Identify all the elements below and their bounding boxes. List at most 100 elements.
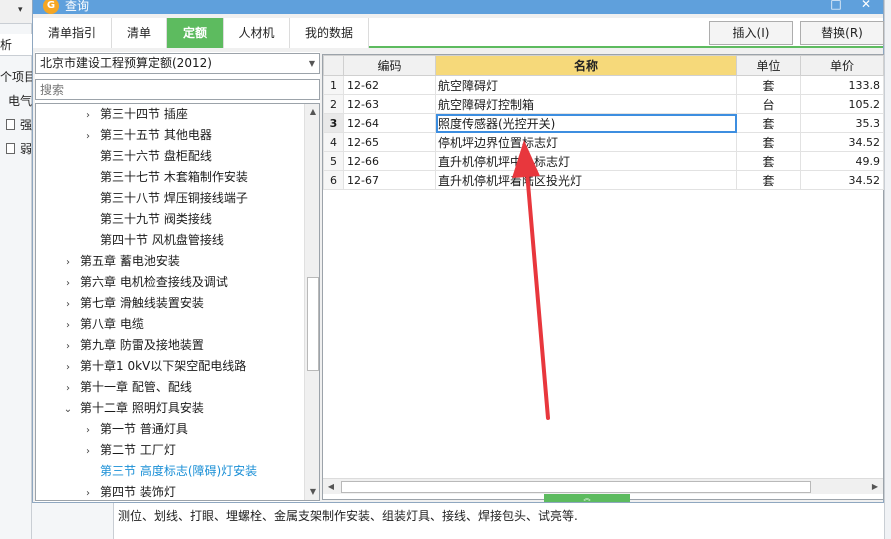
name-cell[interactable]: 直升机停机坪着陆区投光灯: [435, 170, 737, 190]
row-number-cell[interactable]: 3: [323, 113, 344, 133]
name-cell[interactable]: 停机坪边界位置标志灯: [435, 132, 737, 152]
tree-item[interactable]: › 第一节 普通灯具: [36, 419, 188, 440]
row-number-cell[interactable]: 1: [323, 75, 344, 95]
name-cell[interactable]: 照度传感器(光控开关): [435, 113, 737, 133]
column-header-row-number[interactable]: [323, 55, 344, 76]
background-tree-item[interactable]: 弱: [0, 138, 32, 160]
tree-item[interactable]: › 第十章1 0kV以下架空配电线路: [36, 356, 246, 377]
grid-scroll-thumb[interactable]: [341, 481, 811, 493]
dropdown-arrow-icon[interactable]: ▼: [309, 54, 315, 73]
background-tree-item[interactable]: 个项目: [0, 66, 32, 88]
unit-cell[interactable]: 台: [736, 94, 801, 114]
tree-search-input[interactable]: [35, 79, 320, 100]
tree-item[interactable]: › 第二节 工厂灯: [36, 440, 176, 461]
close-icon[interactable]: ✕: [858, 0, 874, 12]
table-row[interactable]: 3 12-64 照度传感器(光控开关) 套 35.3: [323, 113, 884, 133]
column-header-name[interactable]: 名称: [435, 55, 737, 76]
code-cell[interactable]: 12-67: [343, 170, 436, 190]
code-cell[interactable]: 12-65: [343, 132, 436, 152]
chevron-right-icon[interactable]: ›: [82, 105, 94, 126]
tree-item[interactable]: › 第七章 滑触线装置安装: [36, 293, 204, 314]
quota-chapter-tree[interactable]: › 第四节 装饰灯 第三节 高度标志(障碍)灯安装 › 第二节 工厂灯 › 第一节 普通灯具…: [35, 103, 320, 501]
name-cell[interactable]: 直升机停机坪中心标志灯: [435, 151, 737, 171]
price-cell[interactable]: 34.52: [800, 132, 884, 152]
scroll-left-icon[interactable]: ◀: [323, 479, 339, 495]
code-cell[interactable]: 12-66: [343, 151, 436, 171]
column-header-code[interactable]: 编码: [343, 55, 436, 76]
tree-item[interactable]: › 第四节 装饰灯: [36, 482, 176, 500]
background-tab[interactable]: 析: [0, 34, 32, 56]
chevron-right-icon[interactable]: ›: [82, 126, 94, 147]
tree-item[interactable]: 第三十八节 焊压铜接线端子: [36, 188, 248, 209]
replace-button[interactable]: 替换(R): [800, 21, 884, 45]
tree-item[interactable]: 第三十九节 阀类接线: [36, 209, 212, 230]
unit-cell[interactable]: 套: [736, 113, 801, 133]
tree-item[interactable]: › 第六章 电机检查接线及调试: [36, 272, 228, 293]
tree-item[interactable]: › 第五章 蓄电池安装: [36, 251, 180, 272]
price-cell[interactable]: 105.2: [800, 94, 884, 114]
chevron-right-icon[interactable]: ›: [62, 294, 74, 315]
scroll-right-icon[interactable]: ▶: [867, 479, 883, 495]
table-row[interactable]: 1 12-62 航空障碍灯套 133.8: [323, 75, 884, 95]
background-tree-item[interactable]: 电气: [0, 90, 32, 112]
price-cell[interactable]: 35.3: [800, 113, 884, 133]
tree-item[interactable]: 第三节 高度标志(障碍)灯安装: [36, 461, 257, 482]
chevron-right-icon[interactable]: ›: [62, 357, 74, 378]
table-row[interactable]: 6 12-67 直升机停机坪着陆区投光灯套 34.52: [323, 170, 884, 190]
maximize-icon[interactable]: □: [828, 0, 844, 12]
tree-item[interactable]: › 第三十五节 其他电器: [36, 125, 212, 146]
scroll-up-icon[interactable]: ▲: [305, 104, 319, 120]
unit-cell[interactable]: 套: [736, 132, 801, 152]
code-cell[interactable]: 12-62: [343, 75, 436, 95]
quota-library-select[interactable]: 北京市建设工程预算定额(2012) ▼: [35, 53, 320, 74]
price-cell[interactable]: 49.9: [800, 151, 884, 171]
row-number-cell[interactable]: 5: [323, 151, 344, 171]
scroll-down-icon[interactable]: ▼: [305, 484, 319, 500]
background-tree-item[interactable]: 强: [0, 114, 32, 136]
insert-button[interactable]: 插入(I): [709, 21, 793, 45]
tab-my-data[interactable]: 我的数据: [290, 18, 369, 48]
chevron-down-icon[interactable]: ⌄: [62, 399, 74, 420]
unit-cell[interactable]: 套: [736, 151, 801, 171]
chevron-right-icon[interactable]: ›: [62, 273, 74, 294]
tree-item[interactable]: ⌄ 第十二章 照明灯具安装: [36, 398, 204, 419]
price-cell[interactable]: 133.8: [800, 75, 884, 95]
tab-bill[interactable]: 清单: [112, 18, 167, 48]
chevron-right-icon[interactable]: ›: [62, 378, 74, 399]
tab-bill-guide[interactable]: 清单指引: [33, 18, 112, 48]
name-cell[interactable]: 航空障碍灯: [435, 75, 737, 95]
column-header-unit[interactable]: 单位: [736, 55, 801, 76]
panel-splitter-handle[interactable]: ︽: [544, 494, 630, 502]
row-number-cell[interactable]: 6: [323, 170, 344, 190]
tab-labor-material-machine[interactable]: 人材机: [224, 18, 290, 48]
dialog-titlebar[interactable]: G 查询 □ ✕: [33, 0, 883, 14]
tree-item[interactable]: 第三十六节 盘柜配线: [36, 146, 212, 167]
price-cell[interactable]: 34.52: [800, 170, 884, 190]
grid-horizontal-scrollbar[interactable]: ◀ ▶: [323, 478, 883, 494]
column-header-price[interactable]: 单价: [800, 55, 884, 76]
tree-item[interactable]: › 第三十四节 插座: [36, 104, 188, 125]
tree-scroll-thumb[interactable]: [307, 277, 319, 371]
row-number-cell[interactable]: 4: [323, 132, 344, 152]
chevron-right-icon[interactable]: ›: [62, 315, 74, 336]
chevron-right-icon[interactable]: ›: [82, 420, 94, 441]
unit-cell[interactable]: 套: [736, 170, 801, 190]
tree-item[interactable]: › 第八章 电缆: [36, 314, 144, 335]
name-cell[interactable]: 航空障碍灯控制箱: [435, 94, 737, 114]
chevron-right-icon[interactable]: ›: [82, 483, 94, 500]
tab-quota[interactable]: 定额: [167, 18, 224, 48]
tree-item[interactable]: › 第十一章 配管、配线: [36, 377, 192, 398]
code-cell[interactable]: 12-63: [343, 94, 436, 114]
chevron-right-icon[interactable]: ›: [62, 336, 74, 357]
unit-cell[interactable]: 套: [736, 75, 801, 95]
table-row[interactable]: 5 12-66 直升机停机坪中心标志灯套 49.9: [323, 151, 884, 171]
tree-vertical-scrollbar[interactable]: ▲ ▼: [304, 104, 319, 500]
chevron-right-icon[interactable]: ›: [82, 441, 94, 462]
table-row[interactable]: 2 12-63 航空障碍灯控制箱台 105.2: [323, 94, 884, 114]
tree-item[interactable]: › 第九章 防雷及接地装置: [36, 335, 204, 356]
code-cell[interactable]: 12-64: [343, 113, 436, 133]
tree-item[interactable]: 第四十节 风机盘管接线: [36, 230, 224, 251]
tree-item[interactable]: 第三十七节 木套箱制作安装: [36, 167, 248, 188]
row-number-cell[interactable]: 2: [323, 94, 344, 114]
chevron-down-icon[interactable]: ▾: [18, 5, 23, 15]
